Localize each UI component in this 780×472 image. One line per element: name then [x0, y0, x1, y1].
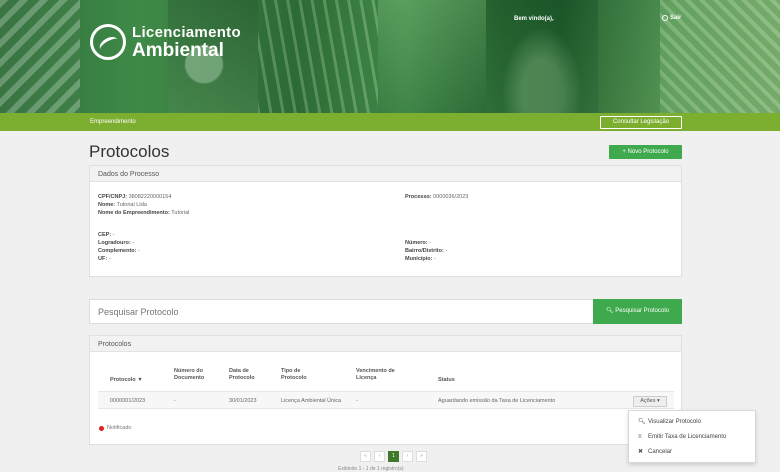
cell-numero: -	[174, 398, 176, 404]
page-first-button[interactable]: «	[360, 451, 371, 462]
nav-bar: Empreendimento Consultar Legislação	[0, 113, 780, 131]
legend-notified: Notificado	[99, 425, 131, 431]
cell-tipo: Licença Ambiental Única	[281, 398, 342, 404]
col-tipo-protocolo: Tipo de Protocolo	[281, 368, 307, 381]
processo-field: Processo: 0000036/2023	[405, 194, 469, 200]
header-banner: Licenciamento Ambiental Bem vindo(a), Sa…	[0, 0, 780, 117]
search-protocol-button[interactable]: 🔍︎ Pesquisar Protocolo	[593, 299, 682, 324]
col-status: Status	[438, 377, 455, 383]
consult-legislation-button[interactable]: Consultar Legislação	[600, 116, 682, 129]
notified-dot-icon	[99, 425, 104, 431]
municipio-field: Município: -	[405, 256, 436, 262]
app-logo[interactable]: Licenciamento Ambiental	[90, 24, 241, 60]
menu-item-issue-fee[interactable]: ≡ Emitir Taxa de Licenciamento	[629, 429, 755, 444]
banner-image	[598, 0, 660, 117]
banner-image	[0, 0, 80, 117]
protocols-heading: Protocolos	[90, 336, 681, 352]
col-protocolo[interactable]: Protocolo ▼	[110, 377, 143, 384]
new-protocol-button[interactable]: + Novo Protocolo	[609, 145, 682, 159]
welcome-text: Bem vindo(a),	[514, 16, 554, 22]
actions-menu: 🔍︎ Visualizar Protocolo ≡ Emitir Taxa de…	[628, 410, 756, 463]
search-bar: 🔍︎ Pesquisar Protocolo	[89, 299, 682, 324]
logradouro-field: Logradouro: -	[98, 240, 135, 246]
power-icon	[662, 15, 668, 21]
complemento-field: Complemento: -	[98, 248, 140, 254]
table-row[interactable]	[98, 391, 674, 409]
logo-line1: Licenciamento	[132, 23, 241, 41]
page-next-button[interactable]: ›	[402, 451, 413, 462]
col-vencimento-licenca: Vencimento de Licença	[356, 368, 395, 381]
cep-field: CEP: -	[98, 232, 115, 238]
pagination: « ‹ 1 › »	[360, 451, 427, 462]
pagination-info: Exibindo 1 - 1 de 1 registro(s)	[338, 466, 404, 472]
logo-line2: Ambiental	[132, 39, 224, 61]
page-prev-button[interactable]: ‹	[374, 451, 385, 462]
menu-item-label: Emitir Taxa de Licenciamento	[648, 433, 727, 440]
leaf-logo-icon	[90, 24, 126, 60]
search-icon: 🔍︎	[638, 419, 646, 425]
barcode-icon: ≡	[638, 433, 642, 440]
page-last-button[interactable]: »	[416, 451, 427, 462]
cell-protocolo: 0000001/2023	[110, 398, 146, 404]
cell-status: Aguardando emissão da Taxa de Licenciame…	[438, 398, 556, 404]
col-numero-documento: Número do Documento	[174, 368, 205, 381]
logout-button[interactable]: Sair	[662, 15, 681, 21]
actions-dropdown-button[interactable]: Ações ▾	[633, 396, 667, 407]
nome-field: Nome: Tutorial Ltda	[98, 202, 147, 208]
search-protocol-input[interactable]	[90, 300, 594, 323]
logout-label: Sair	[670, 15, 682, 21]
nav-item-empreendimento[interactable]: Empreendimento	[90, 119, 136, 125]
uf-field: UF: -	[98, 256, 111, 262]
cell-vencimento: -	[356, 398, 358, 404]
cell-data: 30/01/2023	[229, 398, 257, 404]
search-icon: 🔍︎	[606, 308, 614, 314]
menu-item-cancel[interactable]: ✖ Cancelar	[629, 444, 755, 459]
process-data-heading: Dados do Processo	[90, 166, 681, 182]
legend-label: Notificado	[107, 425, 132, 431]
protocols-panel: Protocolos Protocolo ▼ Número do Documen…	[89, 335, 682, 445]
page-current[interactable]: 1	[388, 451, 399, 462]
col-data-protocolo: Data de Protocolo	[229, 368, 255, 381]
banner-image	[378, 0, 486, 117]
process-data-panel: Dados do Processo CPF/CNPJ: 380822200001…	[89, 165, 682, 277]
menu-item-view-protocol[interactable]: 🔍︎ Visualizar Protocolo	[629, 414, 755, 429]
numero-field: Número: -	[405, 240, 431, 246]
search-button-label: Pesquisar Protocolo	[615, 308, 669, 314]
empreendimento-field: Nome do Empreendimento: Tutorial	[98, 210, 190, 216]
menu-item-label: Cancelar	[648, 448, 673, 455]
banner-image	[258, 0, 378, 117]
close-icon: ✖	[638, 449, 644, 455]
menu-item-label: Visualizar Protocolo	[648, 418, 701, 425]
bairro-field: Bairro/Distrito: -	[405, 248, 448, 254]
page-title: Protocolos	[89, 142, 170, 161]
cpf-field: CPF/CNPJ: 38082220000154	[98, 194, 172, 200]
